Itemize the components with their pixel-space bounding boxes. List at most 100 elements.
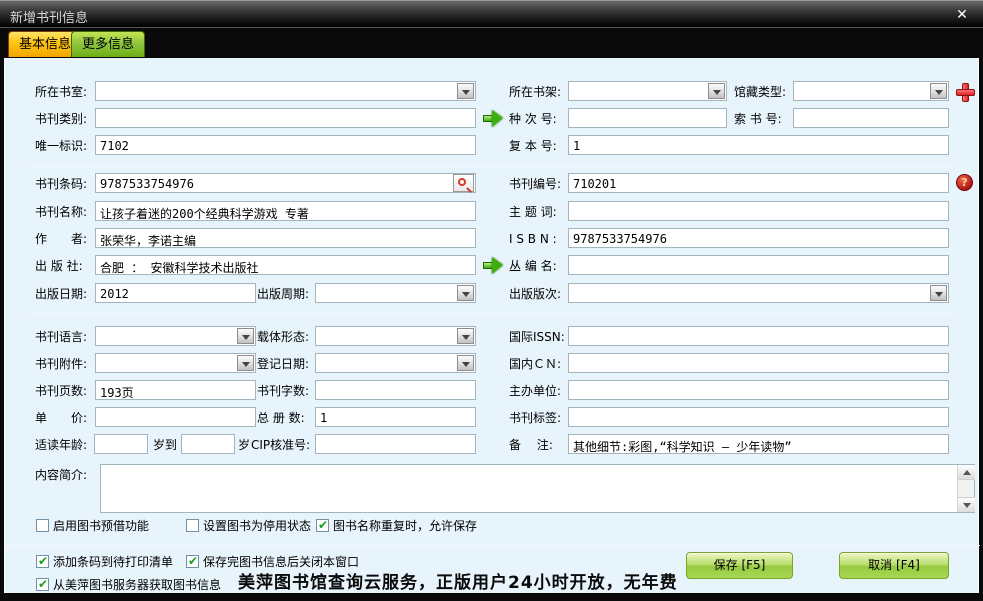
issn-input[interactable] [568,326,949,346]
subject-input[interactable] [568,201,949,221]
pages-label: 书刊页数: [35,384,87,398]
disable-book-checkbox[interactable]: 设置图书为停用状态 [186,517,311,534]
price-input[interactable] [95,407,256,427]
disable-book-label: 设置图书为停用状态 [203,517,311,534]
collection-type-select[interactable]: kwsw [793,81,949,101]
cancel-button[interactable]: 取消 [F4] [839,552,949,579]
scroll-up-icon[interactable] [958,465,975,480]
organizer-label: 主办单位: [509,384,561,398]
cn-input[interactable] [568,353,949,373]
add-book-dialog: 新增书刊信息 ✕ 基本信息 更多信息 所在书室: 所在书架: 01 馆藏类型: … [0,0,983,601]
call-no-label: 索 书 号: [734,112,782,126]
call-no-input[interactable] [793,108,949,128]
remarks-input[interactable]: 其他细节:彩图,“科学知识 — 少年读物” [568,434,949,454]
pub-date-input[interactable]: 2012 [95,283,256,303]
divider [29,166,951,167]
chevron-down-icon[interactable] [237,328,254,344]
enable-reserve-label: 启用图书预借功能 [53,517,149,534]
unique-id-input[interactable]: 7102 [95,135,476,155]
chevron-down-icon[interactable] [457,285,474,301]
book-no-input[interactable]: 710201 [568,173,949,193]
pub-cycle-label: 出版周期: [257,287,309,301]
promo-text: 美萍图书馆查询云服务，正版用户24小时开放，无年费 [238,568,678,593]
category-label: 书刊类别: [35,112,87,126]
chevron-down-icon[interactable] [457,83,474,99]
tags-label: 书刊标签: [509,411,561,425]
unique-id-label: 唯一标识: [35,139,87,153]
checkbox-icon[interactable] [186,519,199,532]
help-icon[interactable]: ? [956,174,973,191]
save-button[interactable]: 保存 [F5] [686,552,793,579]
allow-duplicate-checkbox[interactable]: 图书名称重复时，允许保存 [316,517,477,534]
allow-duplicate-label: 图书名称重复时，允许保存 [333,517,477,534]
total-volumes-input[interactable]: 1 [315,407,476,427]
fetch-from-server-checkbox[interactable]: 从美萍图书服务器获取图书信息 [36,576,221,593]
checkbox-icon[interactable] [186,555,199,568]
word-count-input[interactable] [315,380,476,400]
cip-label: CIP核准号: [251,438,310,452]
checkbox-icon[interactable] [316,519,329,532]
chevron-down-icon[interactable] [930,83,947,99]
format-select[interactable]: 16开 [315,326,476,346]
next-arrow-icon[interactable] [483,257,504,274]
category-input[interactable] [95,108,476,128]
chevron-down-icon[interactable] [457,355,474,371]
scrollbar[interactable] [957,465,974,512]
cip-input[interactable] [315,434,476,454]
summary-label: 内容简介: [35,468,87,482]
age-suffix-label: 岁 [238,438,250,452]
enable-reserve-checkbox[interactable]: 启用图书预借功能 [36,517,149,534]
price-label: 单 价: [35,411,87,425]
copy-no-label: 复 本 号: [509,139,557,153]
organizer-input[interactable] [568,380,949,400]
attachment-label: 书刊附件: [35,357,87,371]
room-label: 所在书室: [35,85,87,99]
author-input[interactable]: 张荣华，李诺主编 [95,228,476,248]
add-barcode-print-label: 添加条码到待打印清单 [53,553,173,570]
add-barcode-print-checkbox[interactable]: 添加条码到待打印清单 [36,553,173,570]
scroll-down-icon[interactable] [958,497,975,512]
series-input[interactable] [568,255,949,275]
title-label: 书刊名称: [35,205,87,219]
remarks-label: 备 注: [509,438,553,452]
summary-textarea[interactable] [100,464,975,513]
register-date-select[interactable]: 2022-09-24 [315,353,476,373]
edition-select[interactable] [568,283,949,303]
barcode-input[interactable]: 9787533754976 [95,173,476,193]
checkbox-icon[interactable] [36,578,49,591]
chevron-down-icon[interactable] [457,328,474,344]
barcode-label: 书刊条码: [35,177,87,191]
tab-more-info[interactable]: 更多信息 [71,31,145,57]
collection-type-label: 馆藏类型: [734,85,786,99]
species-no-input[interactable] [568,108,727,128]
next-arrow-icon[interactable] [483,110,504,127]
publisher-input[interactable]: 合肥 ： 安徽科学技术出版社 [95,255,476,275]
age-to-input[interactable] [181,434,235,454]
age-label: 适读年龄: [35,438,87,452]
title-input[interactable]: 让孩子着迷的200个经典科学游戏 专著 [95,201,476,221]
chevron-down-icon[interactable] [930,285,947,301]
language-select[interactable] [95,326,256,346]
chevron-down-icon[interactable] [237,355,254,371]
checkbox-icon[interactable] [36,555,49,568]
close-icon[interactable]: ✕ [949,5,975,25]
pub-cycle-select[interactable] [315,283,476,303]
pages-input[interactable]: 193页 [95,380,256,400]
room-select[interactable] [95,81,476,101]
shelf-select[interactable]: 01 [568,81,727,101]
species-no-label: 种 次 号: [509,112,557,126]
isbn-label: I S B N : [509,232,557,246]
attachment-select[interactable] [95,353,256,373]
copy-no-input[interactable]: 1 [568,135,949,155]
age-from-input[interactable] [94,434,148,454]
shelf-value: 01 [616,99,630,101]
register-date-value: 2022-09-24 [363,371,435,373]
search-icon[interactable] [453,174,474,192]
age-mid-label: 岁到 [153,438,177,452]
checkbox-icon[interactable] [36,519,49,532]
chevron-down-icon[interactable] [708,83,725,99]
add-collection-type-icon[interactable] [956,83,973,100]
collection-type-value: kwsw [841,99,870,101]
isbn-input[interactable]: 9787533754976 [568,228,949,248]
tags-input[interactable] [568,407,949,427]
